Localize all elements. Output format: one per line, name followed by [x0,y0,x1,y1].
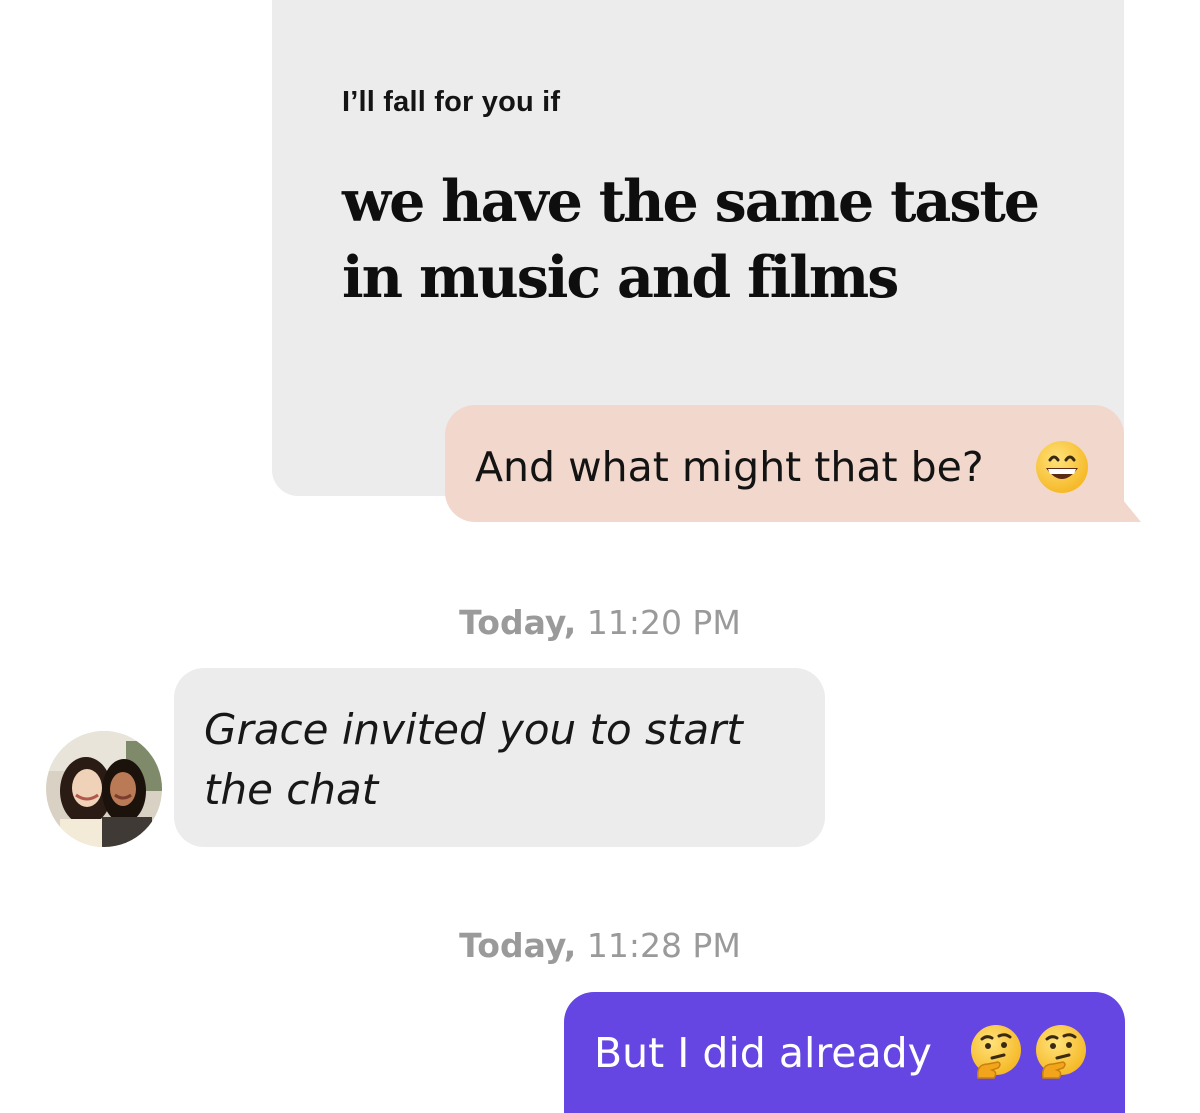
thinking-face-icon [971,1025,1021,1079]
avatar-photo [46,731,162,847]
timestamp-day: Today, [459,926,577,965]
reply-message-bubble[interactable]: And what might that be? [445,405,1141,522]
grinning-face-icon [1036,441,1088,493]
timestamp-time: 11:28 PM [586,926,741,965]
prompt-answer: we have the same taste in music and film… [342,164,1042,316]
prompt-label: I’ll fall for you if [342,86,561,118]
timestamp-time: 11:20 PM [586,603,741,642]
message-timestamp: Today, 11:20 PM [0,603,1200,642]
avatar[interactable] [46,731,162,847]
reply-message-text: And what might that be? [475,443,984,491]
prompt-answer-line-2: in music and films [342,244,899,311]
sent-message-text: But I did already [594,1029,932,1077]
message-timestamp: Today, 11:28 PM [0,926,1200,965]
bubble-tail [1123,500,1141,522]
thinking-face-icon [1036,1025,1086,1079]
invite-message-bubble[interactable]: Grace invited you to start the chat [174,668,825,847]
timestamp-day: Today, [459,603,577,642]
invite-message-text: Grace invited you to start the chat [204,705,743,814]
sent-message-bubble[interactable]: But I did already [564,992,1125,1113]
prompt-answer-line-1: we have the same taste [342,168,1040,235]
